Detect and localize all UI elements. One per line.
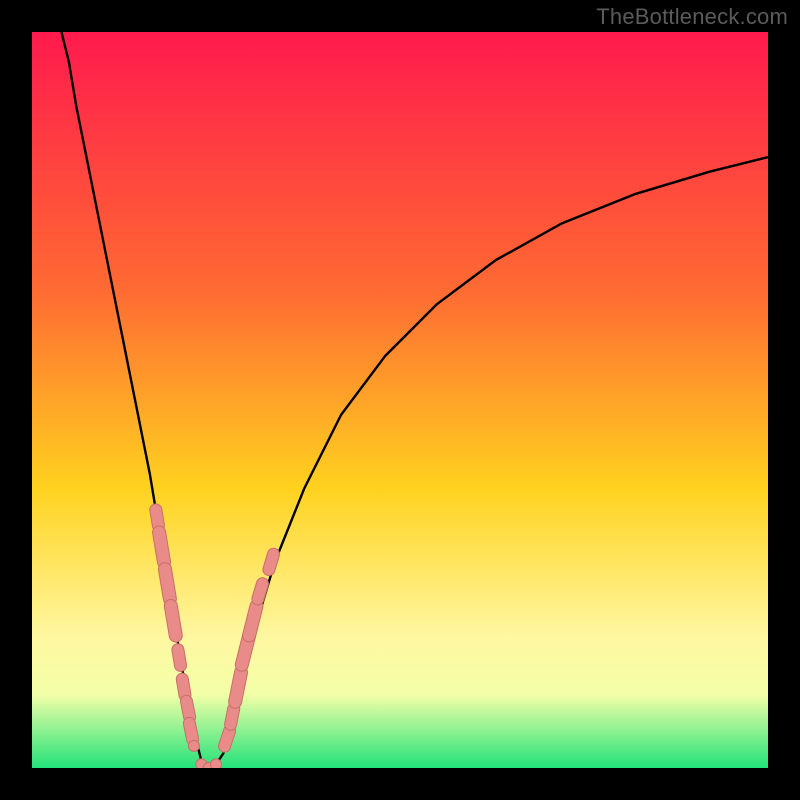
- chart-svg: [32, 32, 768, 768]
- watermark-text: TheBottleneck.com: [596, 4, 788, 30]
- outer-frame: TheBottleneck.com: [0, 0, 800, 800]
- gradient-background: [32, 32, 768, 768]
- plot-area: [32, 32, 768, 768]
